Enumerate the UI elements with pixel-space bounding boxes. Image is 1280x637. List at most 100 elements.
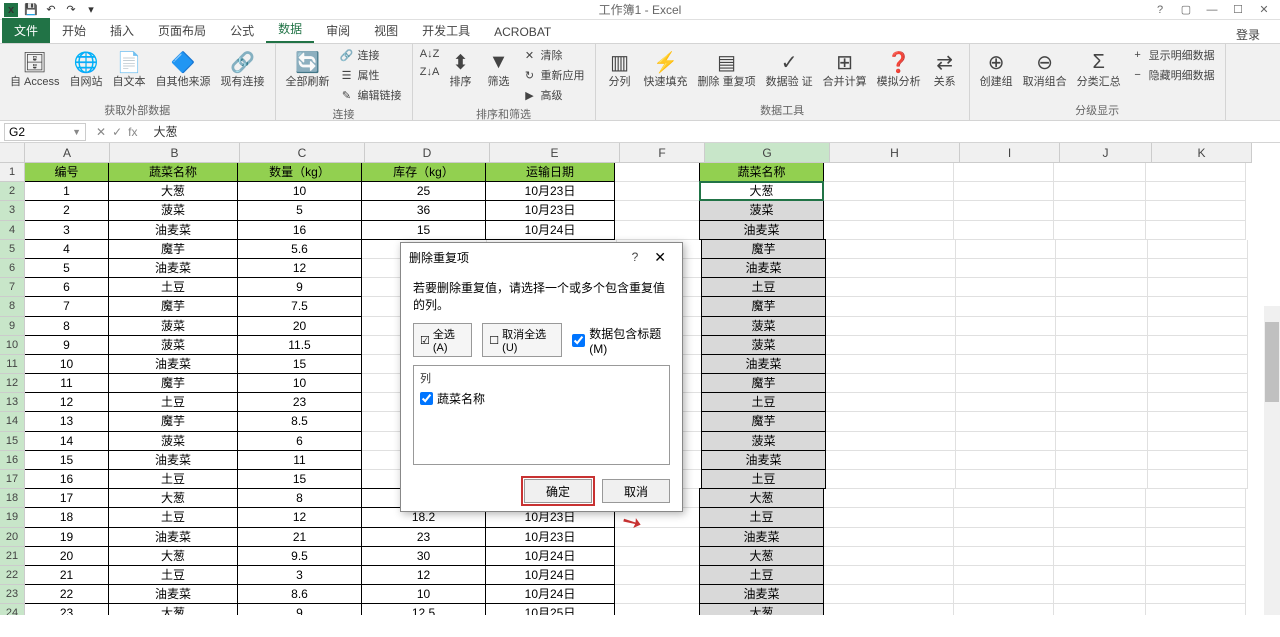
cell[interactable]: 16 (237, 220, 362, 240)
text-to-columns-button[interactable]: ▥分列 (602, 46, 638, 91)
cell[interactable]: 数量（kg） (237, 162, 362, 182)
cell[interactable]: 13 (24, 411, 109, 431)
cell[interactable]: 12 (361, 565, 486, 585)
ungroup-button[interactable]: ⊖取消组合 (1019, 46, 1071, 91)
cell[interactable]: 10 (237, 181, 362, 201)
column-header[interactable]: D (365, 143, 490, 163)
cell[interactable] (1054, 547, 1146, 566)
cell[interactable] (1054, 489, 1146, 508)
cell[interactable] (1148, 374, 1248, 393)
cell[interactable]: 菠菜 (701, 335, 826, 355)
cell[interactable]: 12.5 (361, 603, 486, 615)
cell[interactable] (824, 163, 954, 182)
filter-button[interactable]: ▼筛选 (481, 46, 517, 91)
cell[interactable] (1056, 355, 1148, 374)
row-header[interactable]: 8 (0, 297, 25, 316)
unselect-all-button[interactable]: ☐取消全选(U) (482, 323, 562, 357)
cell[interactable] (956, 336, 1056, 355)
has-header-checkbox[interactable]: 数据包含标题(M) (572, 325, 670, 356)
cell[interactable]: 7.5 (237, 296, 362, 316)
cell[interactable]: 土豆 (108, 469, 238, 489)
cell[interactable]: 油麦菜 (108, 527, 238, 547)
ok-button[interactable]: 确定 (524, 479, 592, 503)
cell[interactable]: 30 (361, 546, 486, 566)
cell[interactable] (1054, 221, 1146, 240)
cell[interactable] (826, 317, 956, 336)
cell[interactable]: 25 (361, 181, 486, 201)
cell[interactable] (1054, 201, 1146, 220)
group-button[interactable]: ⊕创建组 (976, 46, 1017, 91)
cell[interactable]: 10 (361, 584, 486, 604)
minimize-icon[interactable]: — (1200, 2, 1224, 18)
cell[interactable] (1146, 604, 1246, 615)
cell[interactable]: 5 (237, 200, 362, 220)
cell[interactable]: 油麦菜 (108, 220, 238, 240)
columns-listbox[interactable]: 列 蔬菜名称 (413, 365, 670, 465)
relations-button[interactable]: ⇄关系 (927, 46, 963, 91)
ribbon-collapse-icon[interactable]: ▢ (1174, 2, 1198, 18)
cell[interactable] (954, 201, 1054, 220)
from-web-button[interactable]: 🌐自网站 (66, 46, 107, 91)
cell[interactable]: 魔芋 (108, 239, 238, 259)
cell[interactable] (1054, 182, 1146, 201)
cell[interactable]: 23 (361, 527, 486, 547)
dialog-titlebar[interactable]: 删除重复项 ? ✕ (401, 243, 682, 271)
cell[interactable] (615, 201, 700, 220)
dialog-help-icon[interactable]: ? (624, 250, 647, 264)
cell[interactable]: 10月25日 (485, 603, 615, 615)
cell[interactable]: 油麦菜 (699, 220, 824, 240)
cell[interactable]: 6 (237, 431, 362, 451)
cell[interactable] (1054, 566, 1146, 585)
cell[interactable]: 18 (24, 507, 109, 527)
cell[interactable]: 9.5 (237, 546, 362, 566)
tab-layout[interactable]: 页面布局 (146, 18, 218, 43)
login-link[interactable]: 登录 (1236, 26, 1280, 43)
sort-az-button[interactable]: A↓Z (419, 46, 441, 62)
cell[interactable]: 21 (24, 565, 109, 585)
cell[interactable]: 15 (237, 469, 362, 489)
cell[interactable]: 菠菜 (701, 431, 826, 451)
cell[interactable] (824, 566, 954, 585)
cell[interactable]: 魔芋 (701, 296, 826, 316)
cell[interactable]: 23 (237, 392, 362, 412)
close-icon[interactable]: ✕ (1252, 2, 1276, 18)
tab-dev[interactable]: 开发工具 (410, 18, 482, 43)
cell[interactable] (956, 355, 1056, 374)
qat-dropdown-icon[interactable]: ▾ (84, 3, 98, 17)
row-header[interactable]: 19 (0, 508, 25, 527)
row-header[interactable]: 15 (0, 432, 25, 451)
cell[interactable]: 魔芋 (108, 373, 238, 393)
row-header[interactable]: 16 (0, 451, 25, 470)
cell[interactable]: 8 (24, 316, 109, 336)
cell[interactable]: 土豆 (108, 392, 238, 412)
cell[interactable] (615, 604, 700, 615)
from-other-button[interactable]: 🔷自其他来源 (152, 46, 215, 91)
cell[interactable]: 大葱 (699, 488, 824, 508)
cell[interactable] (1146, 201, 1246, 220)
column-header[interactable]: A (25, 143, 110, 163)
subtotal-button[interactable]: Σ分类汇总 (1073, 46, 1125, 91)
cell[interactable]: 土豆 (108, 565, 238, 585)
sort-za-button[interactable]: Z↓A (419, 64, 441, 80)
chevron-down-icon[interactable]: ▼ (72, 127, 81, 137)
cell[interactable] (824, 508, 954, 527)
from-access-button[interactable]: 🗄自 Access (6, 46, 64, 91)
cell[interactable]: 2 (24, 200, 109, 220)
cell[interactable] (1148, 278, 1248, 297)
accept-formula-icon[interactable]: ✓ (112, 125, 122, 139)
cell[interactable]: 油麦菜 (701, 258, 826, 278)
cell[interactable] (956, 432, 1056, 451)
cell[interactable]: 12 (237, 507, 362, 527)
cell[interactable] (824, 489, 954, 508)
cell[interactable]: 油麦菜 (108, 450, 238, 470)
cell[interactable] (1148, 451, 1248, 470)
row-header[interactable]: 22 (0, 566, 25, 585)
cell[interactable] (1056, 297, 1148, 316)
cell[interactable]: 16 (24, 469, 109, 489)
cancel-formula-icon[interactable]: ✕ (96, 125, 106, 139)
row-header[interactable]: 20 (0, 528, 25, 547)
column-header[interactable]: E (490, 143, 620, 163)
cell[interactable] (1056, 393, 1148, 412)
row-header[interactable]: 9 (0, 317, 25, 336)
cell[interactable]: 10月23日 (485, 181, 615, 201)
